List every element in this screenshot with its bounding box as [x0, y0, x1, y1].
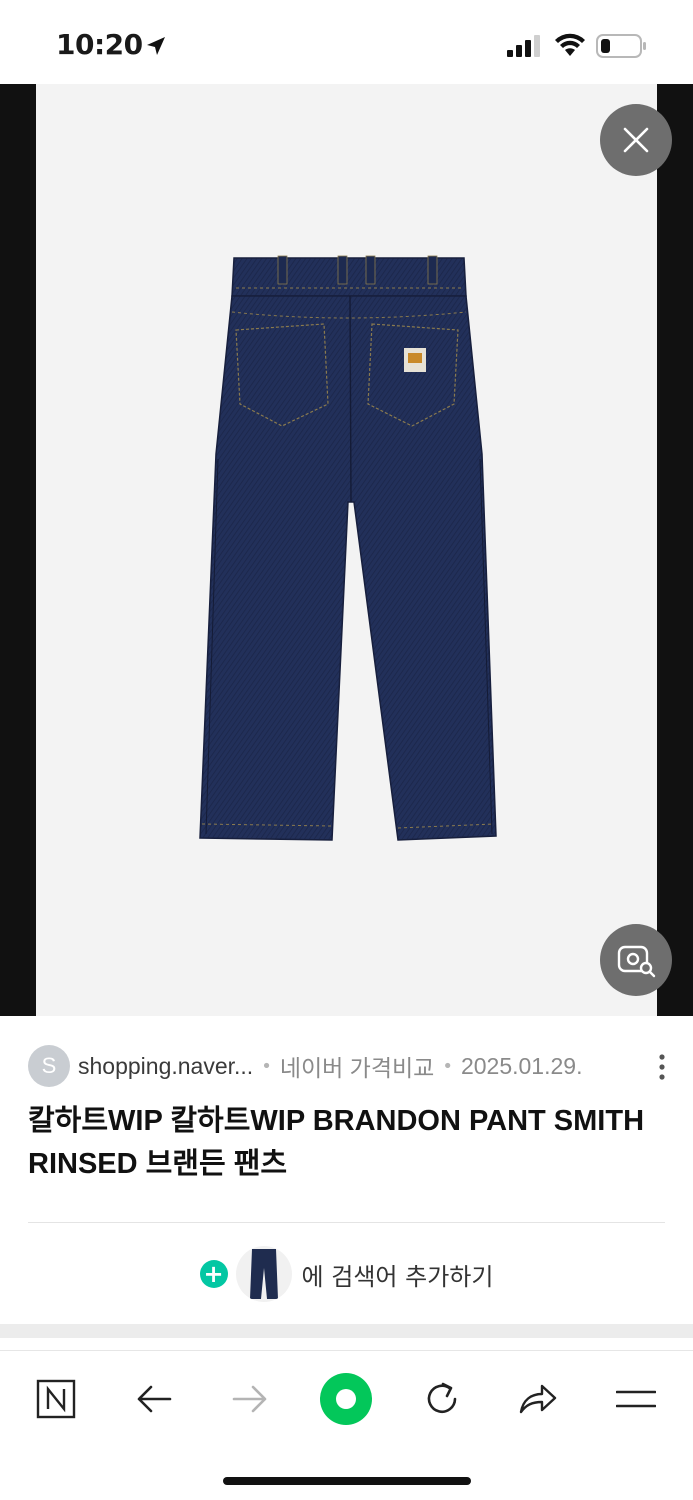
section-separator: [0, 1324, 693, 1338]
reload-button[interactable]: [412, 1369, 472, 1429]
back-arrow-icon: [137, 1385, 172, 1413]
share-button[interactable]: [508, 1369, 568, 1429]
cellular-signal-icon: [507, 35, 540, 57]
source-service: 네이버 가격비교: [279, 1055, 435, 1081]
naver-home-icon: [36, 1379, 76, 1419]
battery-icon: [596, 34, 646, 58]
close-icon: [623, 127, 649, 153]
share-icon: [519, 1384, 557, 1414]
more-options-icon[interactable]: [652, 1052, 672, 1082]
status-time: 10:20: [56, 28, 143, 61]
product-thumbnail: [235, 1246, 292, 1302]
reload-icon: [427, 1382, 457, 1414]
jeans-illustration: [199, 255, 497, 841]
jeans-thumbnail-icon: [249, 1249, 278, 1299]
back-button[interactable]: [124, 1369, 184, 1429]
source-domain[interactable]: shopping.naver...: [78, 1053, 253, 1080]
close-button[interactable]: [600, 104, 672, 176]
home-indicator: [223, 1477, 471, 1485]
wifi-icon: [555, 33, 585, 56]
divider: [28, 1222, 665, 1223]
forward-button[interactable]: [220, 1369, 280, 1429]
source-date: 2025.01.29.: [460, 1052, 583, 1079]
green-dot-button[interactable]: [316, 1369, 376, 1429]
status-bar: 10:20: [0, 0, 693, 84]
naver-home-button[interactable]: [26, 1369, 86, 1429]
image-viewer: [0, 84, 693, 1016]
bottom-toolbar: [0, 1350, 693, 1444]
image-search-button[interactable]: [600, 924, 672, 996]
menu-icon: [616, 1390, 656, 1408]
result-title[interactable]: 칼하트WIP 칼하트WIP BRANDON PANT SMITH RINSED …: [28, 1100, 658, 1186]
product-image[interactable]: [36, 84, 657, 1016]
separator-dot: •: [261, 1055, 272, 1077]
add-keyword-row[interactable]: + 에 검색어 추가하기: [0, 1244, 693, 1304]
location-arrow-icon: [147, 37, 165, 55]
separator-dot: •: [442, 1055, 453, 1077]
plus-icon: +: [199, 1260, 228, 1288]
menu-button[interactable]: [606, 1369, 666, 1429]
green-dot-icon: [320, 1373, 372, 1425]
source-avatar: S: [28, 1045, 70, 1087]
image-search-icon: [617, 945, 656, 978]
source-row[interactable]: S shopping.naver... • 네이버 가격비교 • 2025.01…: [28, 1044, 668, 1088]
forward-arrow-icon: [232, 1385, 267, 1413]
add-keyword-label: 에 검색어 추가하기: [301, 1262, 494, 1291]
